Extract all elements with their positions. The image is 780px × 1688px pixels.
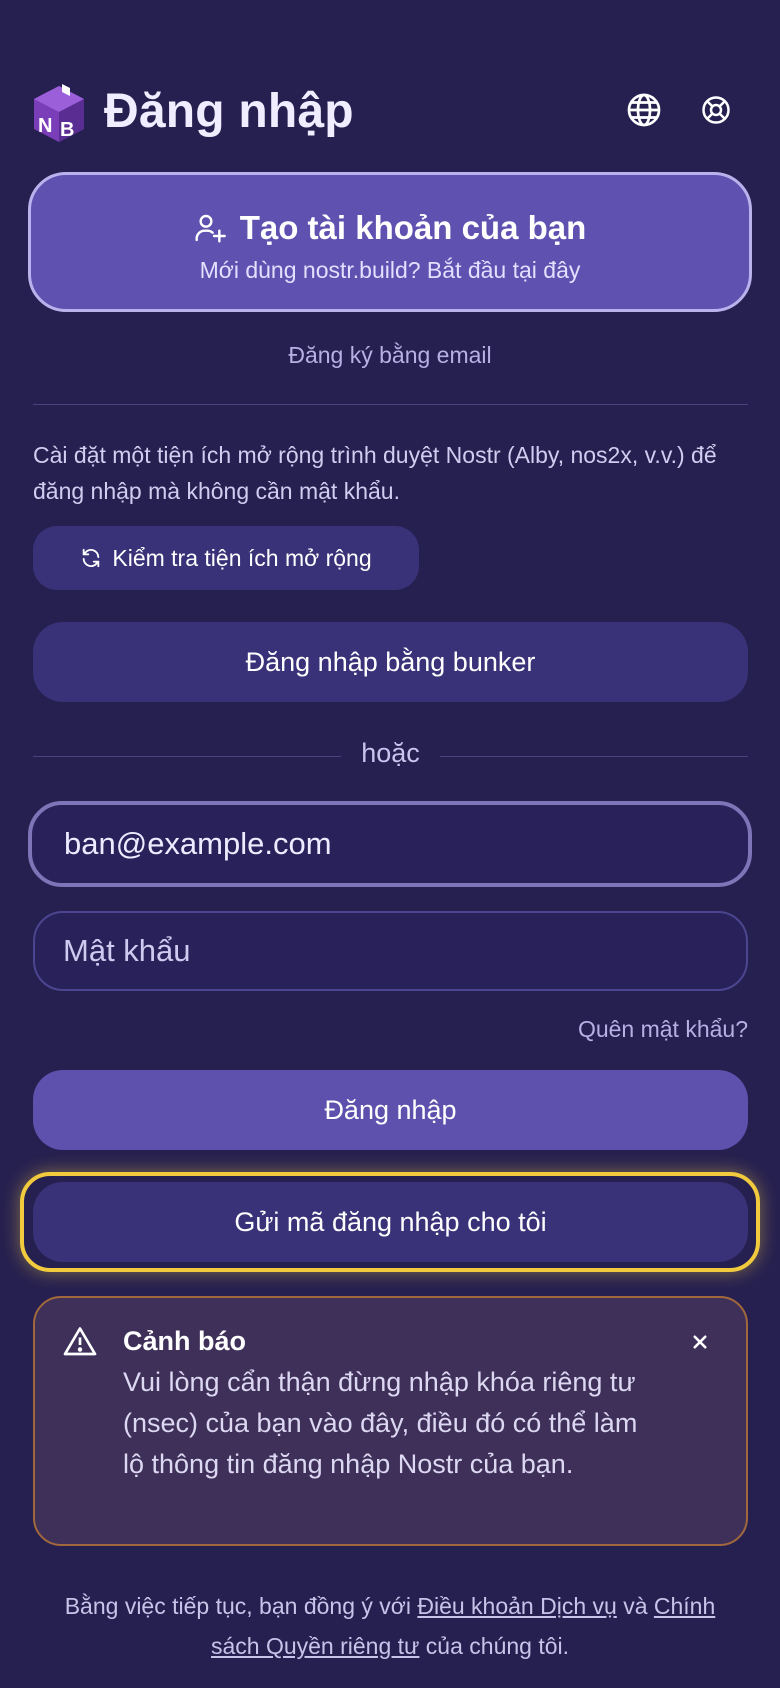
login-button[interactable]: Đăng nhập [33, 1070, 748, 1150]
terms-of-service-link[interactable]: Điều khoản Dịch vụ [417, 1593, 616, 1619]
close-icon[interactable] [686, 1328, 714, 1356]
email-signup-link[interactable]: Đăng ký bằng email [0, 342, 780, 369]
warning-banner: Cảnh báo Vui lòng cẩn thận đừng nhập khó… [33, 1296, 748, 1546]
globe-icon[interactable] [624, 90, 664, 130]
extension-description: Cài đặt một tiện ích mở rộng trình duyệt… [33, 442, 717, 504]
warning-text: Vui lòng cẩn thận đừng nhập khóa riêng t… [123, 1367, 638, 1479]
or-label: hoặc [361, 738, 420, 768]
warning-title: Cảnh báo [123, 1326, 247, 1356]
refresh-icon [83, 548, 100, 568]
send-login-code-button[interactable]: Gửi mã đăng nhập cho tôi [33, 1182, 748, 1262]
create-account-title-row: Tạo tài khoản của bạn [31, 209, 749, 247]
create-account-title: Tạo tài khoản của bạn [239, 209, 587, 246]
footer-prefix: Bằng việc tiếp tục, bạn đồng ý với [64, 1593, 418, 1619]
nostr-build-cube-logo: N B [34, 84, 84, 142]
bunker-login-button[interactable]: Đăng nhập bằng bunker [33, 622, 748, 702]
legal-footer: Bằng việc tiếp tục, bạn đồng ý với Điều … [60, 1586, 720, 1666]
create-account-button[interactable]: Tạo tài khoản của bạn Mới dùng nostr.bui… [28, 172, 752, 312]
svg-text:B: B [60, 119, 74, 141]
user-plus-icon [195, 214, 226, 243]
divider [33, 404, 748, 405]
warning-triangle-icon [63, 1327, 97, 1356]
email-field[interactable] [28, 801, 752, 887]
check-extension-button[interactable]: Kiểm tra tiện ích mở rộng [33, 526, 419, 590]
svg-text:N: N [38, 115, 52, 137]
or-separator: hoặc [33, 738, 748, 774]
lifebuoy-icon[interactable] [696, 90, 736, 130]
login-page: N B Đăng nhập Tạo tài khoản của bạn Mới … [0, 0, 780, 1688]
forgot-password-link[interactable]: Quên mật khẩu? [578, 1016, 748, 1043]
page-title: Đăng nhập [104, 85, 354, 138]
footer-suffix: của chúng tôi. [419, 1633, 570, 1659]
check-extension-label: Kiểm tra tiện ích mở rộng [112, 544, 372, 571]
password-field[interactable] [33, 911, 748, 991]
header: N B Đăng nhập [30, 80, 750, 146]
create-account-subtitle: Mới dùng nostr.build? Bắt đầu tại đây [199, 257, 581, 283]
footer-middle: và [616, 1593, 654, 1619]
or-line-right [440, 756, 748, 757]
